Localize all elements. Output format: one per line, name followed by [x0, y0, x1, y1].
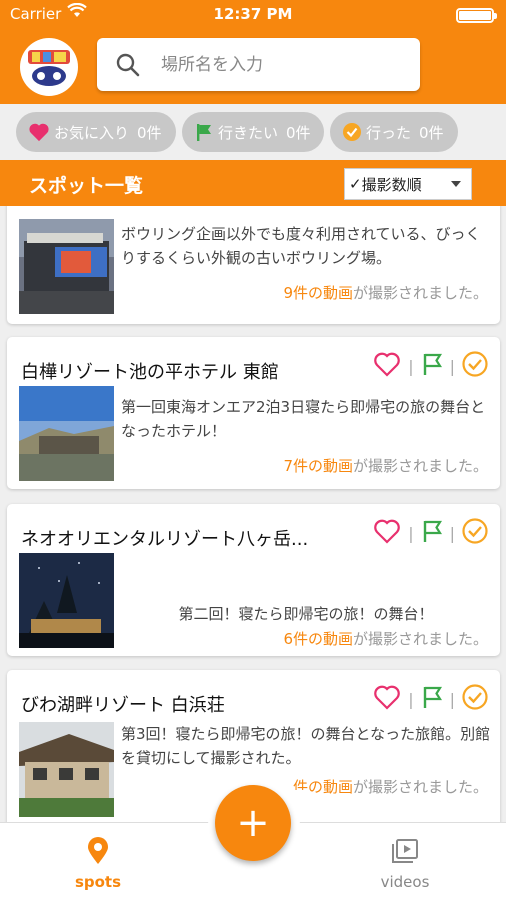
- search-box[interactable]: [97, 38, 420, 91]
- spot-actions: | |: [373, 684, 488, 714]
- spot-video-count: 6件の動画が撮影されました。: [283, 628, 488, 649]
- divider: |: [449, 523, 455, 543]
- spot-list-header: スポット一覧 ✓ 撮影数順: [0, 160, 506, 206]
- favorite-heart-icon[interactable]: [373, 518, 401, 548]
- app-header: [0, 28, 506, 104]
- want-flag-icon[interactable]: [421, 352, 443, 380]
- filter-visited-count: 0件: [419, 123, 444, 142]
- filter-bar: お気に入り 0件 行きたい 0件 行った 0件: [0, 104, 506, 160]
- tab-spots[interactable]: spots: [38, 837, 158, 891]
- visited-check-icon[interactable]: [462, 351, 488, 381]
- spot-video-suffix: が撮影されました。: [352, 284, 488, 302]
- spot-card[interactable]: 白樺リゾート池の平ホテル 東館 | | 第一回東海オンエア2泊3日寝たら即帰宅の…: [7, 337, 500, 489]
- sort-select[interactable]: ✓ 撮影数順: [344, 168, 472, 200]
- spot-description: 第3回！寝たら即帰宅の旅！の舞台となった旅館。別館を貸切にして撮影された。: [121, 725, 491, 767]
- spot-video-count: 7件の動画が撮影されました。: [283, 455, 488, 476]
- filter-favorites-count: 0件: [137, 123, 162, 142]
- divider: |: [408, 523, 414, 543]
- filter-visited-label: 行った: [366, 123, 412, 142]
- tab-videos[interactable]: videos: [345, 837, 465, 891]
- divider: |: [408, 356, 414, 376]
- spot-thumbnail[interactable]: [19, 553, 114, 648]
- app-logo: [20, 38, 78, 96]
- add-spot-button[interactable]: +: [215, 785, 291, 861]
- flag-icon: [197, 124, 211, 141]
- visited-check-icon[interactable]: [462, 518, 488, 548]
- video-library-icon: [392, 839, 418, 863]
- spot-name: びわ湖畔リゾート 白浜荘: [21, 695, 225, 716]
- want-flag-icon[interactable]: [421, 519, 443, 547]
- spot-description: ボウリング企画以外でも度々利用されている、びっくりするくらい外観の古いボウリング…: [121, 225, 481, 267]
- tab-spots-label: spots: [74, 873, 122, 891]
- divider: |: [408, 689, 414, 709]
- visited-check-icon[interactable]: [462, 684, 488, 714]
- divider: |: [449, 356, 455, 376]
- filter-want-chip[interactable]: 行きたい 0件: [182, 112, 324, 152]
- sort-select-value: 撮影数順: [361, 175, 422, 194]
- want-flag-icon[interactable]: [421, 685, 443, 713]
- spot-thumbnail[interactable]: [19, 386, 114, 481]
- search-input[interactable]: [161, 51, 401, 79]
- filter-favorites-label: お気に入り: [54, 123, 130, 142]
- spot-video-suffix: が撮影されました。: [352, 630, 488, 648]
- filter-favorites-chip[interactable]: お気に入り 0件: [16, 112, 176, 152]
- spot-card[interactable]: ネオオリエンタルリゾート八ヶ岳... | | 第二回！寝たら即帰宅の旅！の舞台！…: [7, 504, 500, 656]
- check-circle-icon: [343, 123, 361, 141]
- heart-icon: [29, 123, 49, 142]
- spot-list-title: スポット一覧: [29, 175, 144, 197]
- spot-thumbnail[interactable]: [19, 722, 114, 817]
- divider: |: [449, 689, 455, 709]
- spot-name: ネオオリエンタルリゾート八ヶ岳...: [21, 529, 309, 550]
- clock: 12:37 PM: [213, 5, 293, 23]
- spot-video-count: 9件の動画が撮影されました。: [283, 282, 488, 303]
- spot-video-suffix: が撮影されました。: [352, 457, 488, 475]
- spot-video-count: 件の動画が撮影されました。: [293, 776, 488, 797]
- spot-thumbnail[interactable]: [19, 219, 114, 314]
- spot-video-link[interactable]: 9件の動画: [283, 284, 353, 302]
- spot-description: 第一回東海オンエア2泊3日寝たら即帰宅の旅の舞台となったホテル！: [121, 398, 486, 440]
- spot-actions: | |: [373, 518, 488, 548]
- tab-videos-label: videos: [380, 873, 430, 891]
- plus-icon: +: [236, 800, 270, 846]
- spot-video-suffix: が撮影されました。: [352, 778, 488, 796]
- spot-video-link[interactable]: 7件の動画: [283, 457, 353, 475]
- spot-list[interactable]: ボウリング企画以外でも度々利用されている、びっくりするくらい外観の古いボウリング…: [0, 206, 506, 822]
- favorite-heart-icon[interactable]: [373, 684, 401, 714]
- map-pin-icon: [88, 837, 108, 864]
- spot-actions: | |: [373, 351, 488, 381]
- filter-visited-chip[interactable]: 行った 0件: [330, 112, 458, 152]
- status-bar: Carrier 12:37 PM: [0, 0, 506, 28]
- spot-card[interactable]: ボウリング企画以外でも度々利用されている、びっくりするくらい外観の古いボウリング…: [7, 206, 500, 324]
- search-icon: [115, 52, 141, 82]
- battery-icon: [456, 8, 497, 23]
- checkmark-icon: ✓: [349, 175, 362, 193]
- spot-video-link[interactable]: 6件の動画: [283, 630, 353, 648]
- filter-want-label: 行きたい: [218, 123, 279, 142]
- chevron-down-icon: [451, 181, 461, 187]
- favorite-heart-icon[interactable]: [373, 351, 401, 381]
- filter-want-count: 0件: [286, 123, 311, 142]
- spot-name: 白樺リゾート池の平ホテル 東館: [21, 362, 279, 383]
- spot-description: 第二回！寝たら即帰宅の旅！の舞台！: [178, 605, 434, 623]
